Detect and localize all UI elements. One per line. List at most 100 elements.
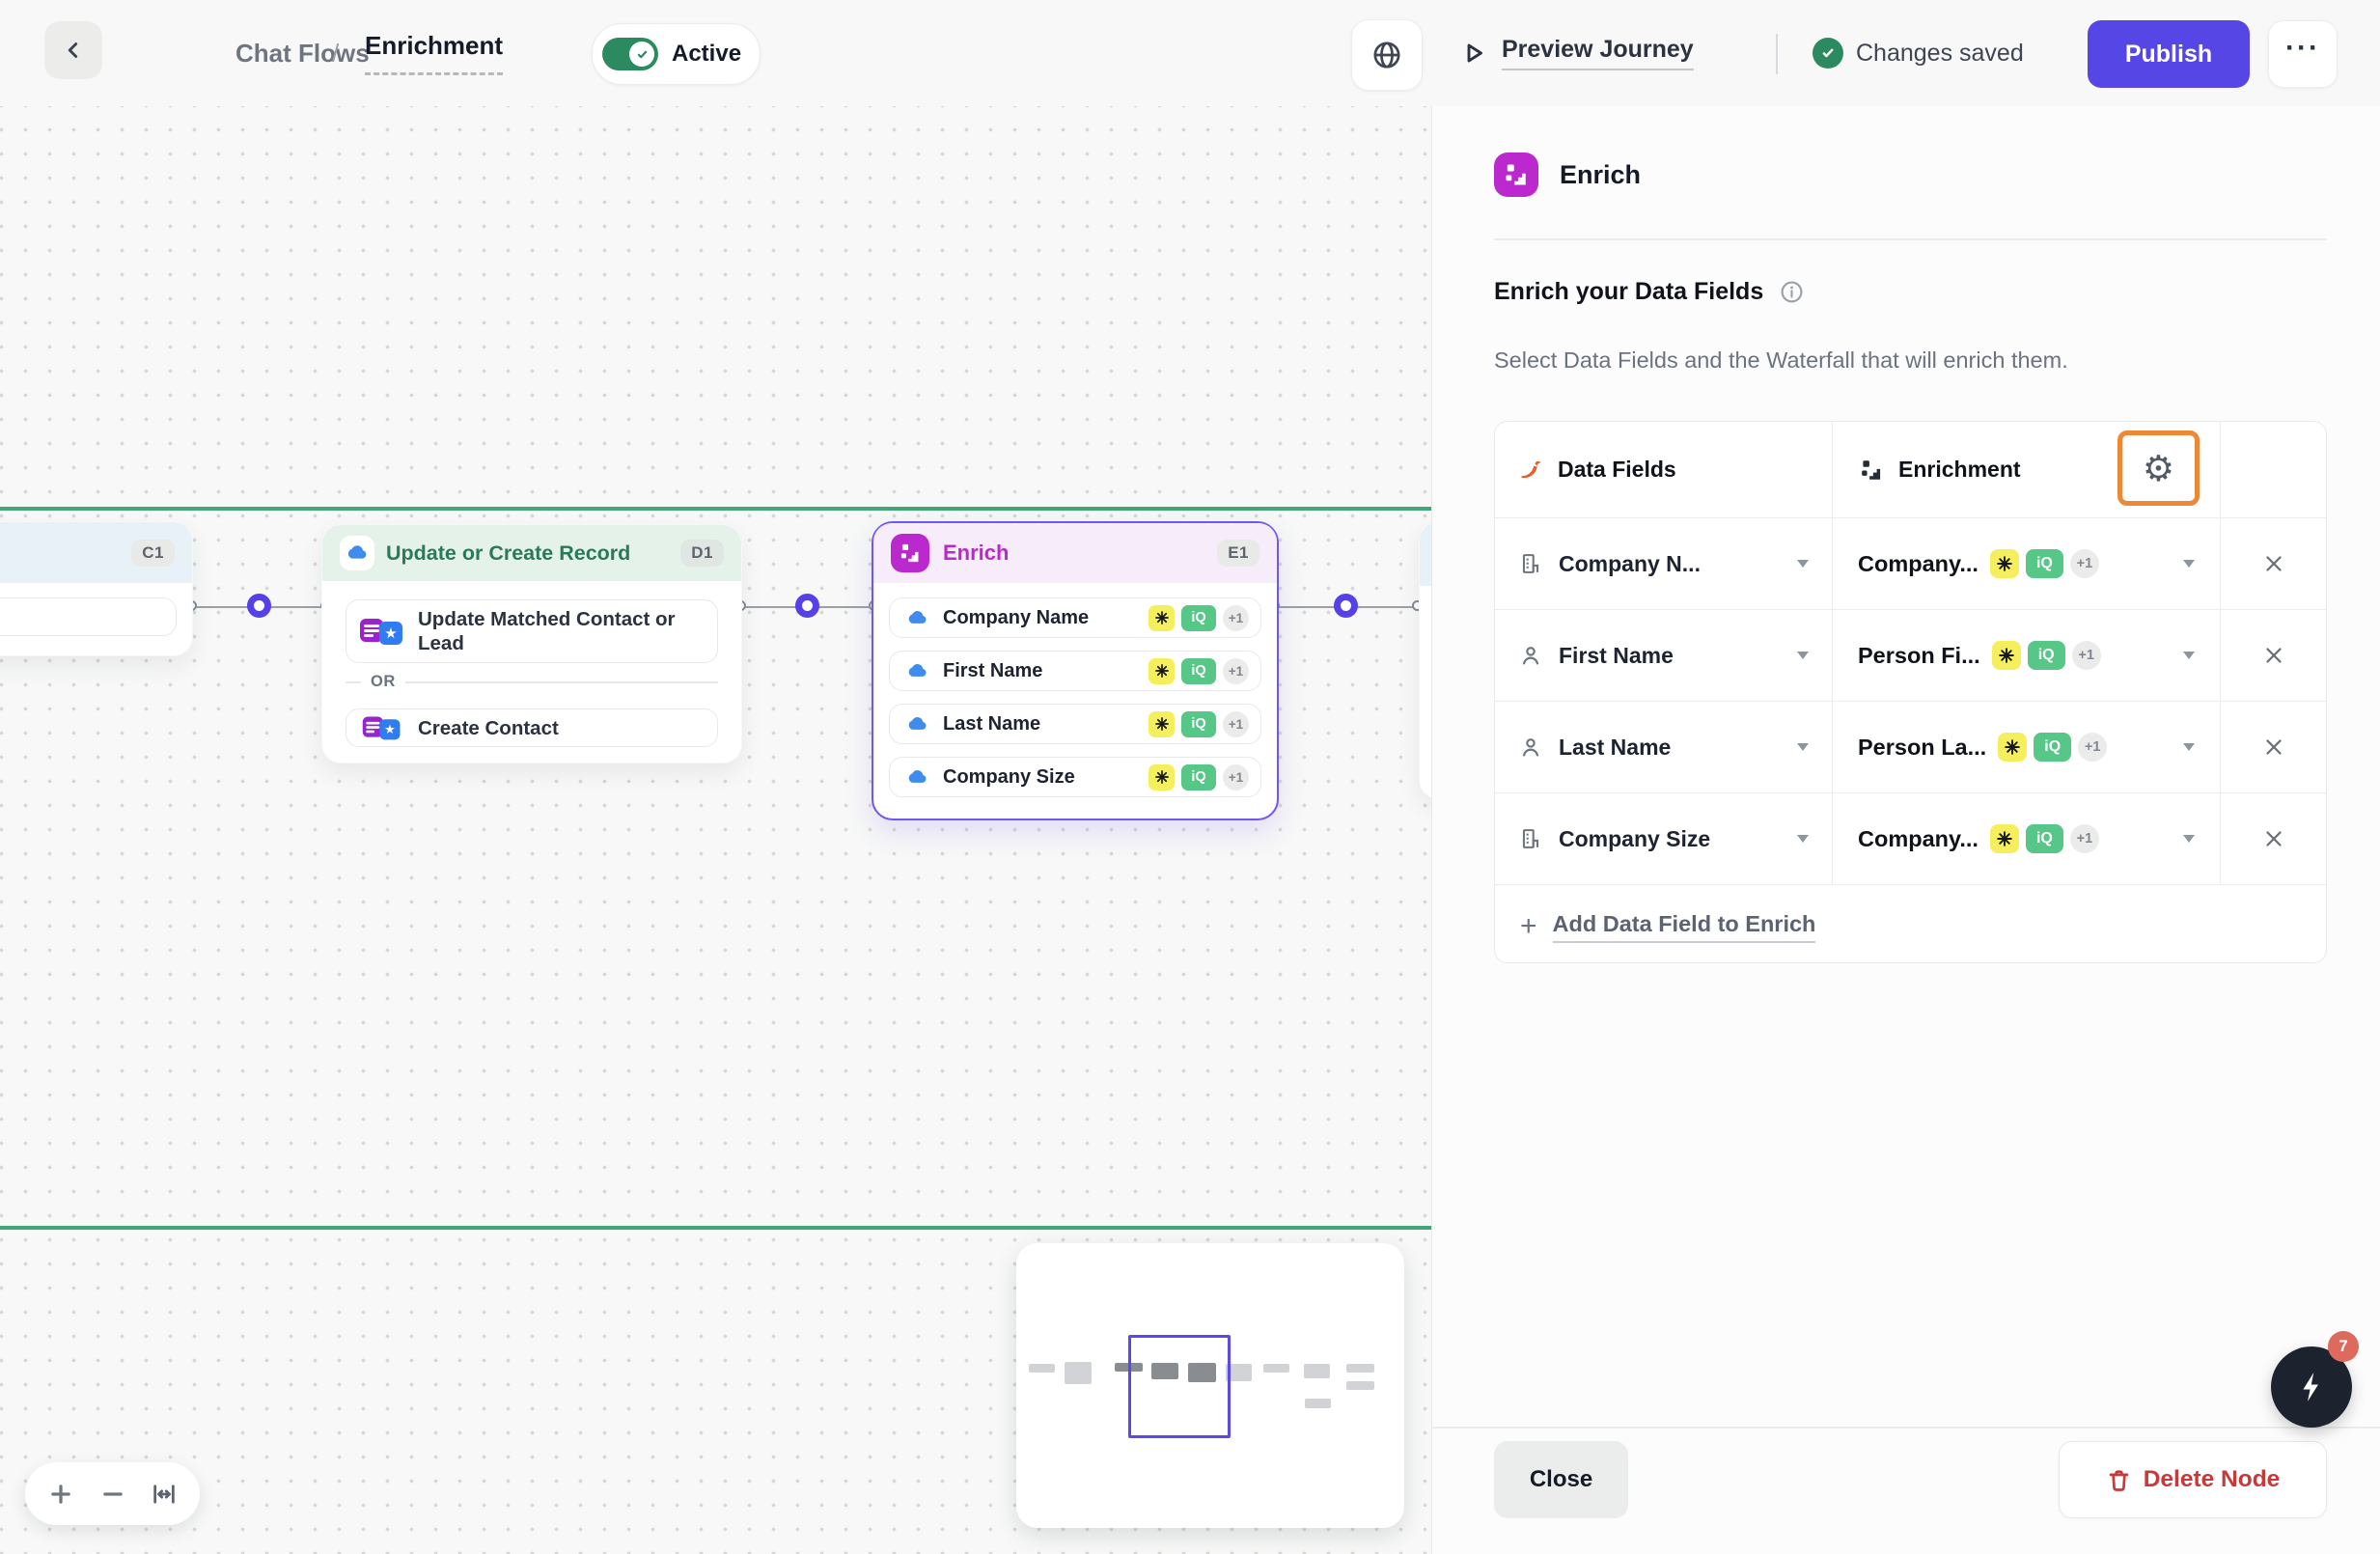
node-d1-item-label: Update Matched Contact or Lead: [418, 607, 704, 655]
enrichment-table: Data Fields Enrichment ⚙: [1494, 421, 2327, 963]
chevron-down-icon[interactable]: [1797, 652, 1809, 659]
table-rows: Company N... Company... iQ +1: [1495, 518, 2326, 885]
iq-badge: iQ: [2028, 641, 2065, 670]
chevron-down-icon[interactable]: [2183, 835, 2195, 843]
chevron-left-icon: [61, 38, 86, 63]
data-field-cell[interactable]: Company N...: [1495, 518, 1833, 609]
node-c1-item[interactable]: [0, 597, 177, 636]
node-d1-header: Update or Create Record D1: [322, 525, 741, 581]
remove-row-button[interactable]: [2253, 726, 2295, 768]
panel-footer-divider: [1432, 1427, 2380, 1429]
breadcrumb-current[interactable]: Enrichment: [365, 0, 503, 106]
enrich-icon: [891, 534, 929, 572]
chevron-down-icon[interactable]: [2183, 743, 2195, 751]
node-d1-item-create[interactable]: ★ Create Contact: [346, 708, 718, 747]
add-node-button-2[interactable]: [795, 594, 819, 618]
remove-row-button[interactable]: [2253, 634, 2295, 677]
waterfall-name: Company...: [1858, 826, 1979, 852]
provider-badges: iQ +1: [1148, 605, 1249, 631]
waterfall-name: Company...: [1858, 551, 1979, 577]
globe-icon: [1370, 39, 1403, 71]
e1-field-row[interactable]: Company Name iQ +1: [889, 597, 1261, 638]
node-d1-item-label: Create Contact: [418, 716, 559, 740]
add-node-button-1[interactable]: [247, 594, 271, 618]
asterisk-badge: [1148, 711, 1175, 737]
e1-field-row[interactable]: Company Size iQ +1: [889, 757, 1261, 797]
table-row: Last Name Person La... iQ +1: [1495, 702, 2326, 793]
zoom-out-button[interactable]: [97, 1478, 129, 1511]
e1-field-row[interactable]: First Name iQ +1: [889, 651, 1261, 691]
toggle-track[interactable]: [602, 38, 658, 70]
fit-view-button[interactable]: [148, 1478, 180, 1511]
breadcrumb-parent[interactable]: Chat Flows: [235, 0, 370, 106]
preview-journey-label[interactable]: Preview Journey: [1502, 36, 1694, 70]
active-toggle-label: Active: [672, 41, 741, 68]
e1-fields: Company Name iQ +1 First Name i: [889, 597, 1261, 797]
plus-one-badge: +1: [2072, 641, 2101, 670]
node-d1[interactable]: Update or Create Record D1 ★ Update Matc…: [321, 524, 742, 763]
add-node-button-3[interactable]: [1334, 594, 1358, 618]
node-d1-item-update[interactable]: ★ Update Matched Contact or Lead: [346, 599, 718, 663]
changes-saved-status: Changes saved: [1813, 0, 2024, 106]
e1-field-row[interactable]: Last Name iQ +1: [889, 704, 1261, 744]
back-button[interactable]: [44, 21, 102, 79]
remove-row-button[interactable]: [2253, 818, 2295, 860]
enrichment-icon: [1858, 457, 1885, 484]
chevron-down-icon[interactable]: [2183, 560, 2195, 568]
salesforce-contact-icon: ★: [363, 715, 401, 740]
more-options-button[interactable]: ···: [2268, 20, 2338, 88]
plus-one-badge: +1: [1223, 764, 1249, 791]
close-icon: [2261, 643, 2286, 668]
node-e1-enrich[interactable]: Enrich E1 Company Name iQ +1 First Name: [872, 521, 1279, 820]
enrichment-cell[interactable]: Company... iQ +1: [1833, 518, 2221, 609]
add-data-field-row[interactable]: + Add Data Field to Enrich: [1495, 885, 2326, 968]
salesforce-cloud-icon: [905, 606, 929, 630]
enrichment-cell[interactable]: Company... iQ +1: [1833, 793, 2221, 884]
table-row: Company N... Company... iQ +1: [1495, 518, 2326, 610]
delete-node-button[interactable]: Delete Node: [2059, 1441, 2327, 1518]
plus-one-badge: +1: [2078, 733, 2107, 762]
node-e1-badge: E1: [1217, 540, 1259, 567]
enrichment-cell[interactable]: Person Fi... iQ +1: [1833, 610, 2221, 701]
node-c1-badge: C1: [131, 540, 175, 567]
salesforce-cloud-icon: [905, 712, 929, 736]
plus-one-badge: +1: [1223, 711, 1249, 737]
add-data-field-label[interactable]: Add Data Field to Enrich: [1553, 911, 1816, 943]
table-row: Company Size Company... iQ +1: [1495, 793, 2326, 885]
chevron-down-icon[interactable]: [1797, 743, 1809, 751]
notification-badge: 7: [2328, 1331, 2359, 1362]
data-field-cell[interactable]: First Name: [1495, 610, 1833, 701]
data-field-cell[interactable]: Company Size: [1495, 793, 1833, 884]
publish-button[interactable]: Publish: [2088, 20, 2250, 88]
close-button[interactable]: Close: [1494, 1441, 1628, 1518]
iq-badge: iQ: [1181, 605, 1216, 631]
node-e1-header: Enrich E1: [873, 523, 1277, 583]
chevron-down-icon[interactable]: [1797, 560, 1809, 568]
node-e1-title: Enrich: [943, 541, 1009, 566]
iq-badge: iQ: [2026, 549, 2063, 578]
chevron-down-icon[interactable]: [2183, 652, 2195, 659]
preview-journey-button[interactable]: Preview Journey: [1459, 0, 1694, 106]
panel-divider: [1494, 238, 2327, 240]
zoom-in-button[interactable]: [44, 1478, 77, 1511]
chevron-down-icon[interactable]: [1797, 835, 1809, 843]
language-button[interactable]: [1351, 19, 1423, 91]
node-c1[interactable]: C1: [0, 521, 193, 656]
node-next-partial[interactable]: [1419, 521, 1431, 799]
enrichment-cell[interactable]: Person La... iQ +1: [1833, 702, 2221, 792]
info-icon[interactable]: [1779, 279, 1805, 305]
flow-canvas[interactable]: C1 Update or Create Record D1 ★ Update M…: [0, 106, 1431, 1554]
alignment-guide-bottom: [0, 1226, 1431, 1230]
alignment-guide-top: [0, 507, 1431, 511]
remove-row-button[interactable]: [2253, 542, 2295, 585]
gear-icon[interactable]: ⚙: [2143, 451, 2174, 486]
zoom-controls: [25, 1462, 200, 1525]
iq-badge: iQ: [2026, 824, 2063, 853]
e1-field-label: Company Name: [943, 607, 1089, 629]
active-toggle[interactable]: Active: [592, 23, 761, 85]
minimap-viewport[interactable]: [1128, 1335, 1231, 1438]
building-icon: [1518, 551, 1543, 576]
lightning-icon: [2293, 1369, 2330, 1405]
minimap[interactable]: [1016, 1243, 1404, 1528]
data-field-cell[interactable]: Last Name: [1495, 702, 1833, 792]
